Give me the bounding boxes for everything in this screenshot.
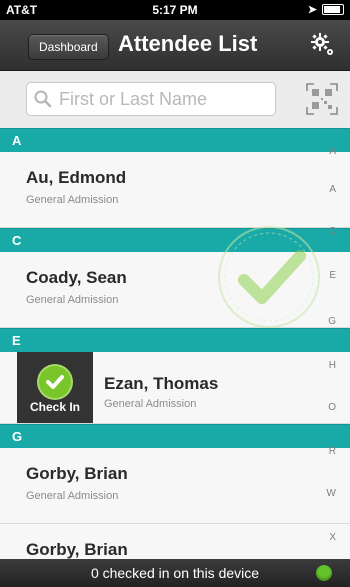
index-letter[interactable]: A [329,146,336,157]
dashboard-back-button[interactable]: Dashboard [28,34,109,60]
settings-gear-icon[interactable] [308,30,338,60]
clock: 5:17 PM [152,3,198,17]
search-input[interactable] [26,82,276,116]
status-icons: ➤ [308,3,344,16]
attendee-name: Gorby, Brian [26,464,128,483]
check-in-button[interactable]: Check In [17,352,93,423]
attendee-type: General Admission [26,194,119,206]
navigation-bar: Dashboard Attendee List [0,20,350,71]
checkin-count-text: 0 checked in on this device [90,565,260,581]
section-header-c: C [0,228,350,252]
page-title: Attendee List [118,31,258,56]
section-header-e: E [0,328,350,352]
index-letter[interactable]: E [329,270,336,281]
attendee-name: Gorby, Brian [26,540,128,559]
search-icon [34,90,52,108]
attendee-name: Ezan, Thomas [104,374,219,393]
checkin-status-bar: 0 checked in on this device [0,559,350,587]
attendee-type: General Admission [104,398,197,410]
attendee-row-swiped[interactable]: Check In Ezan, Thomas General Admission [0,352,350,424]
search-bar [0,71,350,128]
connection-status-dot [316,565,332,581]
check-in-label: Check In [29,400,80,414]
check-circle-icon [39,366,71,398]
index-letter[interactable]: G [328,316,336,327]
attendee-type: General Admission [26,294,119,306]
index-letter[interactable]: A [329,184,336,195]
location-icon: ➤ [307,4,317,16]
attendee-row[interactable]: Au, Edmond General Admission [0,152,350,228]
attendee-type: General Admission [26,490,119,502]
index-letter[interactable]: W [327,488,336,499]
attendee-name: Au, Edmond [26,168,127,187]
battery-icon [322,4,344,15]
index-letter[interactable]: X [329,532,336,543]
index-letter[interactable]: O [328,402,336,413]
qr-scan-icon[interactable] [304,81,340,117]
attendee-row[interactable]: Gorby, Brian General Admission [0,448,350,524]
attendee-row[interactable]: Coady, Sean General Admission [0,252,350,328]
section-header-g: G [0,424,350,448]
attendee-list[interactable]: A Au, Edmond General Admission C Coady, … [0,128,350,559]
index-letter[interactable]: H [329,360,336,371]
section-header-a: A [0,128,350,152]
status-bar: AT&T 5:17 PM ➤ [0,0,350,20]
index-letter[interactable]: C [329,226,336,237]
index-letter[interactable]: R [329,446,336,457]
attendee-name: Coady, Sean [26,268,127,287]
attendee-row[interactable]: Gorby, Brian [0,524,350,559]
alphabet-index[interactable]: A A C E G H O R W X [316,128,342,559]
